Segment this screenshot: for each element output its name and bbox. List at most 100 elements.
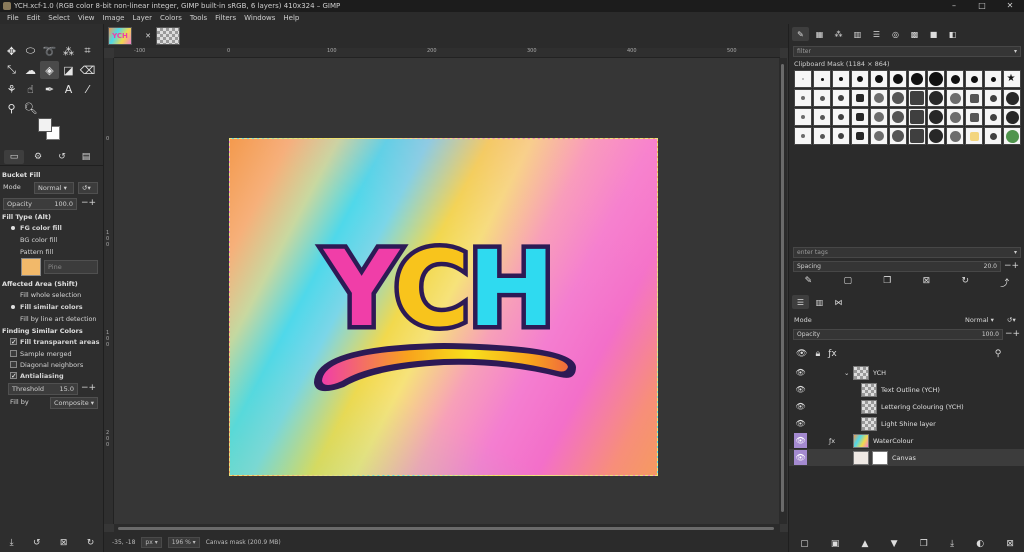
horizontal-scroll-thumb[interactable] — [118, 527, 774, 530]
unit-select[interactable]: px ▾ — [141, 536, 162, 548]
layer-row[interactable]: 👁︎ ƒx WaterColour — [789, 432, 1024, 449]
fg-bg-colors[interactable] — [38, 118, 62, 142]
brush-thumbnail[interactable] — [813, 108, 831, 126]
brush-thumbnail[interactable] — [927, 127, 945, 145]
paths-icon[interactable]: ✒ — [40, 80, 59, 98]
opacity-slider[interactable]: Opacity 100.0 — [3, 198, 77, 210]
new-layer-icon[interactable]: ▢ — [800, 539, 809, 549]
tool-options-tab[interactable]: ▭ — [4, 150, 24, 164]
document-history-tab[interactable]: ▥ — [849, 27, 866, 41]
brush-thumbnail[interactable] — [984, 70, 1002, 88]
image-tab-ych[interactable]: YCH — [108, 27, 132, 45]
brush-thumbnail[interactable] — [851, 127, 869, 145]
fill-by-select[interactable]: Composite ▾ — [50, 397, 98, 409]
raise-layer-icon[interactable]: ▲ — [862, 539, 869, 549]
gradient-icon[interactable]: ◪ — [59, 61, 78, 79]
gradients-tab[interactable]: ◧ — [944, 27, 961, 41]
image-tab-empty[interactable] — [156, 27, 180, 45]
lock-icon[interactable]: 🔒︎ — [815, 349, 820, 359]
new-group-icon[interactable]: ▣ — [831, 539, 840, 549]
brush-thumbnail[interactable] — [813, 127, 831, 145]
fill-type-pattern[interactable]: Pattern fill — [0, 247, 104, 257]
refresh-brushes-icon[interactable]: ↻ — [961, 276, 969, 289]
smudge-icon[interactable]: ☝ — [21, 80, 40, 98]
eye-icon[interactable]: 👁︎ — [794, 399, 807, 414]
brush-filter-input[interactable]: filter ▾ — [793, 46, 1021, 57]
restore-options-icon[interactable]: ↺ — [33, 538, 41, 548]
zoom-icon[interactable]: 🔍︎ — [21, 99, 40, 117]
visibility-toggle-icon[interactable]: 👁︎ — [796, 349, 807, 359]
eye-icon[interactable]: 👁︎ — [794, 433, 807, 448]
brush-thumbnail[interactable] — [927, 89, 945, 107]
menu-tools[interactable]: Tools — [186, 12, 211, 24]
menu-view[interactable]: View — [74, 12, 99, 24]
chevron-down-icon[interactable]: ⌄ — [844, 369, 849, 377]
spacing-slider[interactable]: Spacing 20.0 — [793, 261, 1001, 272]
color-tab[interactable]: ■ — [925, 27, 942, 41]
fill-type-fg[interactable]: FG color fill — [0, 223, 104, 233]
paths-tab[interactable]: ⋈ — [830, 295, 847, 309]
brush-thumbnail[interactable] — [908, 127, 926, 145]
brush-thumbnail[interactable] — [870, 70, 888, 88]
open-brush-icon[interactable]: ⤴ — [1000, 276, 1009, 289]
channels-tab[interactable]: ▥ — [811, 295, 828, 309]
brush-thumbnail[interactable] — [984, 89, 1002, 107]
vertical-scrollbar[interactable] — [779, 58, 787, 524]
menu-layer[interactable]: Layer — [128, 12, 156, 24]
brushes-tab[interactable]: ✎ — [792, 27, 809, 41]
fill-transparent-checkbox[interactable]: ✓ Fill transparent areas — [0, 337, 104, 347]
brush-thumbnail[interactable] — [946, 108, 964, 126]
layers-tab[interactable]: ☰ — [792, 295, 809, 309]
dynamics-tab[interactable]: ◎ — [887, 27, 904, 41]
brush-thumbnail[interactable] — [984, 127, 1002, 145]
fonts-tab[interactable]: ⁂ — [830, 27, 847, 41]
brush-thumbnail[interactable] — [908, 108, 926, 126]
brush-thumbnail[interactable] — [908, 89, 926, 107]
brush-thumbnail[interactable] — [851, 108, 869, 126]
device-status-tab[interactable]: ⚙ — [28, 150, 48, 164]
spacing-stepper[interactable]: −+ — [1004, 261, 1024, 271]
opacity-stepper[interactable]: −+ — [81, 198, 101, 208]
reset-options-icon[interactable]: ↻ — [87, 538, 95, 548]
lasso-icon[interactable]: ➰ — [40, 42, 59, 60]
brush-thumbnail[interactable] — [832, 89, 850, 107]
bucket-fill-icon[interactable]: ◈ — [40, 61, 59, 79]
mask-layer-icon[interactable]: ◐ — [976, 539, 984, 549]
maximize-button[interactable]: □ — [968, 0, 996, 12]
color-picker-icon[interactable]: ⁄ — [78, 80, 97, 98]
delete-layer-icon[interactable]: ⊠ — [1006, 539, 1014, 549]
brush-thumbnail[interactable] — [851, 89, 869, 107]
layer-row[interactable]: 👁︎ Text Outline (YCH) — [789, 381, 1024, 398]
brush-thumbnail[interactable] — [832, 108, 850, 126]
layer-mode-reset[interactable]: ↺▾ — [1007, 315, 1023, 325]
close-button[interactable]: ✕ — [996, 0, 1024, 12]
layer-opacity-slider[interactable]: Opacity 100.0 — [793, 329, 1003, 340]
brush-tags-input[interactable]: enter tags ▾ — [793, 247, 1021, 258]
horizontal-scrollbar[interactable] — [114, 524, 780, 532]
layer-search-icon[interactable]: ⚲ — [995, 349, 1002, 359]
brush-thumbnail[interactable] — [794, 70, 812, 88]
menu-colors[interactable]: Colors — [156, 12, 186, 24]
affected-similar-colors[interactable]: Fill similar colors — [0, 302, 104, 312]
horizontal-ruler[interactable]: -100 0 100 200 300 400 500 — [114, 48, 780, 58]
brush-thumbnail[interactable]: ★ — [1003, 70, 1021, 88]
fill-type-bg[interactable]: BG color fill — [0, 235, 104, 245]
menu-file[interactable]: File — [3, 12, 23, 24]
menu-windows[interactable]: Windows — [240, 12, 279, 24]
delete-options-icon[interactable]: ⊠ — [60, 538, 68, 548]
text-icon[interactable]: A — [59, 80, 78, 98]
brush-thumbnail[interactable] — [908, 70, 926, 88]
duplicate-layer-icon[interactable]: ❐ — [920, 539, 928, 549]
brush-thumbnail[interactable] — [946, 89, 964, 107]
brush-thumbnail[interactable] — [794, 127, 812, 145]
brush-thumbnail[interactable] — [1003, 127, 1021, 145]
brush-thumbnail[interactable] — [927, 108, 945, 126]
brush-thumbnail[interactable] — [965, 89, 983, 107]
fuzzy-select-icon[interactable]: ⁂ — [59, 42, 78, 60]
eye-icon[interactable]: 👁︎ — [794, 416, 807, 431]
brush-thumbnail[interactable] — [870, 108, 888, 126]
affected-line-art[interactable]: Fill by line art detection — [0, 314, 104, 324]
fx-icon[interactable]: ƒx — [828, 349, 837, 359]
brush-thumbnail[interactable] — [832, 127, 850, 145]
duplicate-brush-icon[interactable]: ❐ — [883, 276, 891, 289]
